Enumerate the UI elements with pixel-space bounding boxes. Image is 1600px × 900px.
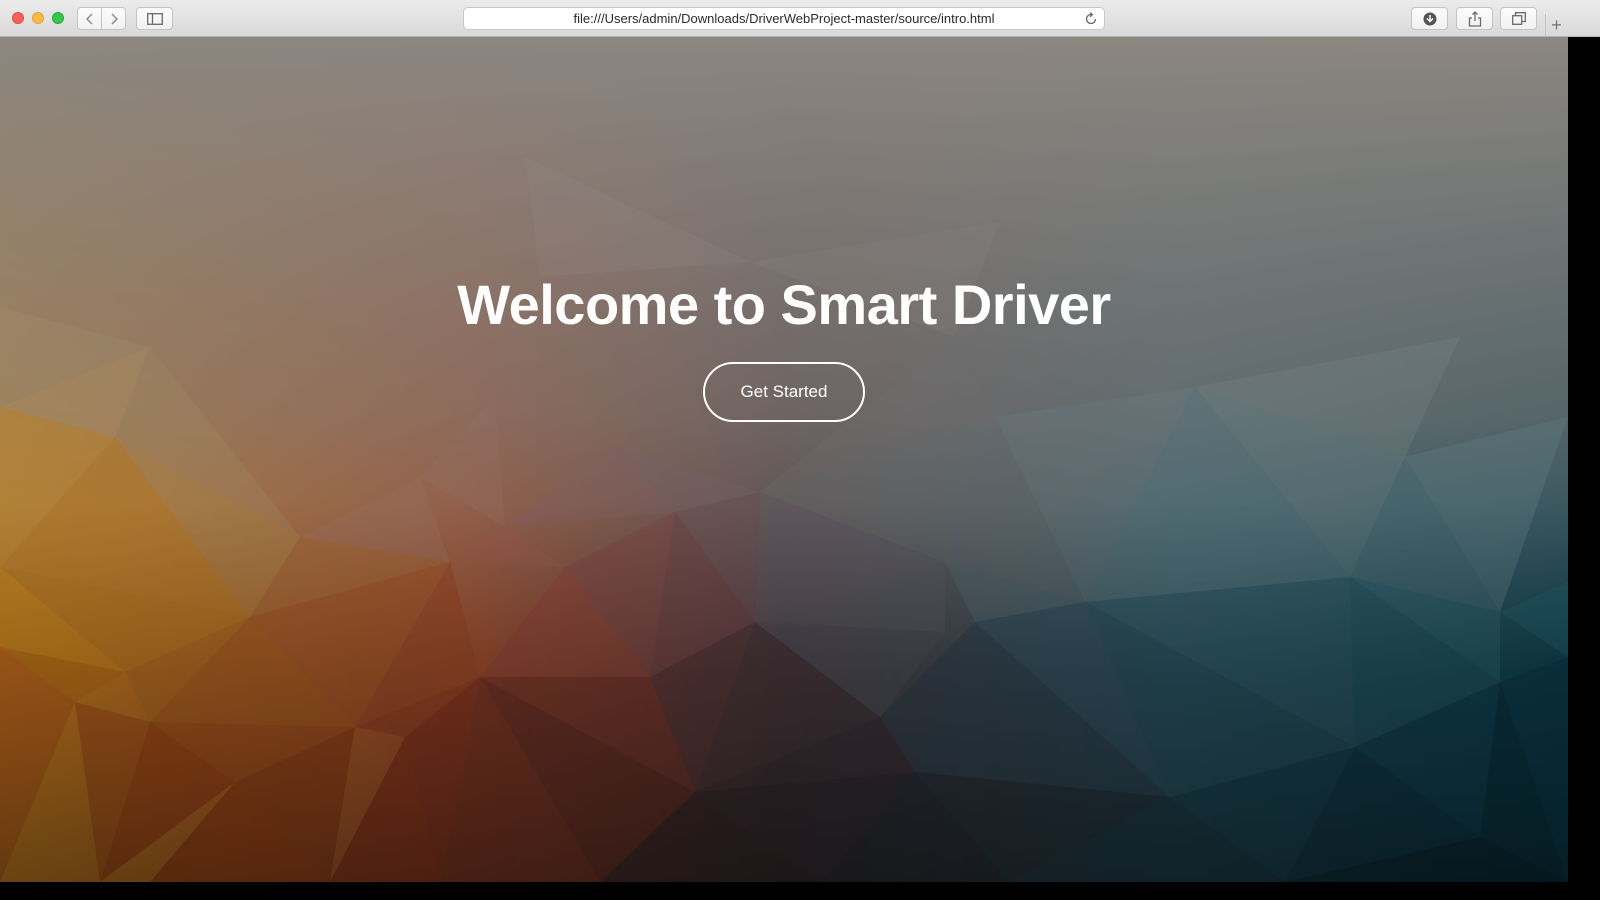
url-text: file:///Users/admin/Downloads/DriverWebP… (573, 11, 995, 26)
plus-icon: + (1551, 14, 1562, 35)
address-bar[interactable]: file:///Users/admin/Downloads/DriverWebP… (463, 7, 1105, 30)
window-edge-bottom (0, 882, 1600, 900)
chevron-left-icon (85, 13, 92, 24)
forward-button[interactable] (101, 7, 126, 30)
tabs-icon (1511, 12, 1526, 25)
sidebar-toggle-button[interactable] (136, 7, 173, 30)
minimize-window-button[interactable] (32, 12, 44, 24)
get-started-button[interactable]: Get Started (703, 362, 865, 422)
back-button[interactable] (77, 7, 102, 30)
reload-icon[interactable] (1085, 12, 1098, 26)
maximize-window-button[interactable] (52, 12, 64, 24)
page-viewport: Welcome to Smart Driver Get Started (0, 37, 1568, 882)
low-poly-background (0, 37, 1568, 882)
window-edge-right (1568, 37, 1600, 900)
new-tab-button[interactable]: + (1545, 14, 1567, 36)
sidebar-icon (146, 12, 163, 25)
chevron-right-icon (111, 13, 118, 24)
close-window-button[interactable] (12, 12, 24, 24)
download-icon (1423, 12, 1436, 25)
browser-toolbar: file:///Users/admin/Downloads/DriverWebP… (0, 0, 1600, 37)
share-icon (1468, 10, 1481, 27)
share-button[interactable] (1456, 7, 1493, 30)
hero-title: Welcome to Smart Driver (457, 273, 1111, 336)
tab-overview-button[interactable] (1500, 7, 1537, 30)
downloads-button[interactable] (1411, 7, 1448, 30)
